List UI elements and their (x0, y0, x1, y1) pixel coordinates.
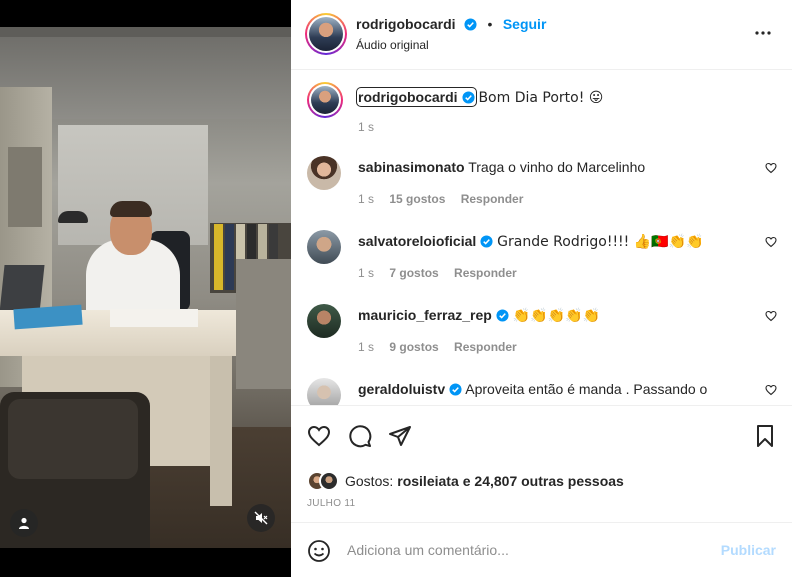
foreground-chair-seat (8, 399, 138, 479)
speaker-muted-icon (254, 511, 268, 525)
caption-avatar[interactable] (307, 82, 343, 118)
comment-item: sabinasimonato Traga o vinho do Marcelin… (307, 156, 777, 216)
post-panel: rodrigobocardi • Seguir Áudio original r… (291, 0, 792, 577)
comment-text: Traga o vinho do Marcelinho (468, 159, 646, 175)
comment-composer: Publicar (291, 522, 792, 577)
likes-summary[interactable]: Gostos: rosileiata e 24,807 outras pesso… (307, 470, 624, 492)
comment-username[interactable]: sabinasimonato (358, 159, 465, 175)
caption-body: rodrigobocardi Bom Dia Porto! 😛 (356, 87, 748, 107)
desk-lamp (58, 211, 88, 223)
binder (214, 224, 223, 290)
comment-item: salvatoreloioficial Grande Rodrigo!!!! 👍… (307, 230, 777, 290)
desk-leg (210, 356, 232, 506)
caption-username[interactable]: rodrigobocardi (358, 89, 458, 105)
ceiling-beam (0, 27, 291, 37)
verified-icon (462, 91, 475, 104)
post-actions: Gostos: rosileiata e 24,807 outras pesso… (291, 405, 792, 530)
comment-item: geraldoluistv Aproveita então é manda . … (307, 378, 777, 405)
paper (110, 309, 198, 327)
follow-button[interactable]: Seguir (503, 16, 547, 32)
tagged-users-button[interactable] (10, 509, 38, 537)
caption-text: Bom Dia Porto! 😛 (478, 90, 604, 106)
like-comment-icon[interactable] (765, 384, 777, 396)
verified-icon (449, 383, 462, 396)
likes-others[interactable]: e 24,807 outras pessoas (463, 473, 624, 489)
author-line: rodrigobocardi • Seguir (356, 16, 546, 34)
user-icon (19, 517, 29, 529)
comment-meta: 1 s 9 gostos Responder (358, 340, 529, 354)
author-username[interactable]: rodrigobocardi (356, 16, 456, 32)
share-icon[interactable] (388, 424, 412, 448)
binder (225, 224, 234, 290)
laptop (0, 265, 45, 313)
reply-button[interactable]: Responder (454, 266, 517, 280)
comment-likes[interactable]: 7 gostos (389, 266, 438, 280)
comment-body: mauricio_ferraz_rep 👏👏👏👏👏 (358, 306, 748, 325)
liker-avatar[interactable] (319, 471, 339, 491)
heart-icon[interactable] (307, 424, 331, 448)
bookmark-icon[interactable] (753, 424, 777, 448)
post-date[interactable]: JULHO 11 (307, 498, 355, 509)
comment-username[interactable]: salvatoreloioficial (358, 233, 476, 249)
audio-link[interactable]: Áudio original (356, 38, 429, 52)
comment-text: Grande Rodrigo!!!! 👍🇵🇹👏👏 (497, 234, 704, 250)
likes-user[interactable]: rosileiata (397, 473, 458, 489)
caption-meta: 1 s (358, 120, 386, 134)
comment-body: sabinasimonato Traga o vinho do Marcelin… (358, 158, 748, 176)
post-header: rodrigobocardi • Seguir Áudio original (291, 0, 792, 70)
comment-body: geraldoluistv Aproveita então é manda . … (358, 380, 748, 398)
reply-button[interactable]: Responder (454, 340, 517, 354)
person-hair (110, 201, 152, 217)
author-avatar[interactable] (305, 13, 347, 55)
comment-text: 👏👏👏👏👏 (512, 308, 600, 324)
like-comment-icon[interactable] (765, 310, 777, 322)
comment-text: Aproveita então é manda . Passando o (465, 381, 708, 397)
mute-button[interactable] (247, 504, 275, 532)
comment-likes[interactable]: 9 gostos (389, 340, 438, 354)
like-comment-icon[interactable] (765, 162, 777, 174)
caption: rodrigobocardi Bom Dia Porto! 😛 1 s (307, 82, 777, 142)
comment-avatar[interactable] (307, 378, 341, 405)
likes-prefix: Gostos: (345, 473, 394, 489)
verified-icon (464, 18, 477, 31)
verified-icon (496, 309, 509, 322)
comment-likes[interactable]: 15 gostos (389, 192, 445, 206)
cabinet (236, 259, 291, 389)
comment-time[interactable]: 1 s (358, 192, 374, 206)
post-media[interactable] (0, 0, 291, 577)
comment-username[interactable]: mauricio_ferraz_rep (358, 307, 492, 323)
like-comment-icon[interactable] (765, 236, 777, 248)
comments-list[interactable]: rodrigobocardi Bom Dia Porto! 😛 1 s sabi… (291, 70, 792, 405)
comment-meta: 1 s 15 gostos Responder (358, 192, 535, 206)
reply-button[interactable]: Responder (461, 192, 524, 206)
comment-meta: 1 s 7 gostos Responder (358, 266, 529, 280)
comment-avatar[interactable] (307, 304, 341, 338)
comment-input[interactable] (347, 540, 707, 560)
emoji-icon[interactable] (307, 539, 331, 563)
comment-body: salvatoreloioficial Grande Rodrigo!!!! 👍… (358, 232, 748, 251)
caption-username-link[interactable]: rodrigobocardi (356, 87, 477, 107)
verified-icon (480, 235, 493, 248)
comment-avatar[interactable] (307, 156, 341, 190)
wall-niche (8, 147, 42, 227)
comment-time[interactable]: 1 s (358, 340, 374, 354)
publish-button[interactable]: Publicar (721, 542, 776, 558)
comment-item: mauricio_ferraz_rep 👏👏👏👏👏 1 s 9 gostos R… (307, 304, 777, 364)
comment-time[interactable]: 1 s (358, 266, 374, 280)
more-horizontal-icon[interactable] (754, 24, 772, 42)
video-frame[interactable] (0, 27, 291, 548)
comment-icon[interactable] (348, 424, 372, 448)
comment-avatar[interactable] (307, 230, 341, 264)
separator-dot: • (487, 16, 493, 32)
caption-time[interactable]: 1 s (358, 120, 374, 134)
comment-username[interactable]: geraldoluistv (358, 381, 445, 397)
